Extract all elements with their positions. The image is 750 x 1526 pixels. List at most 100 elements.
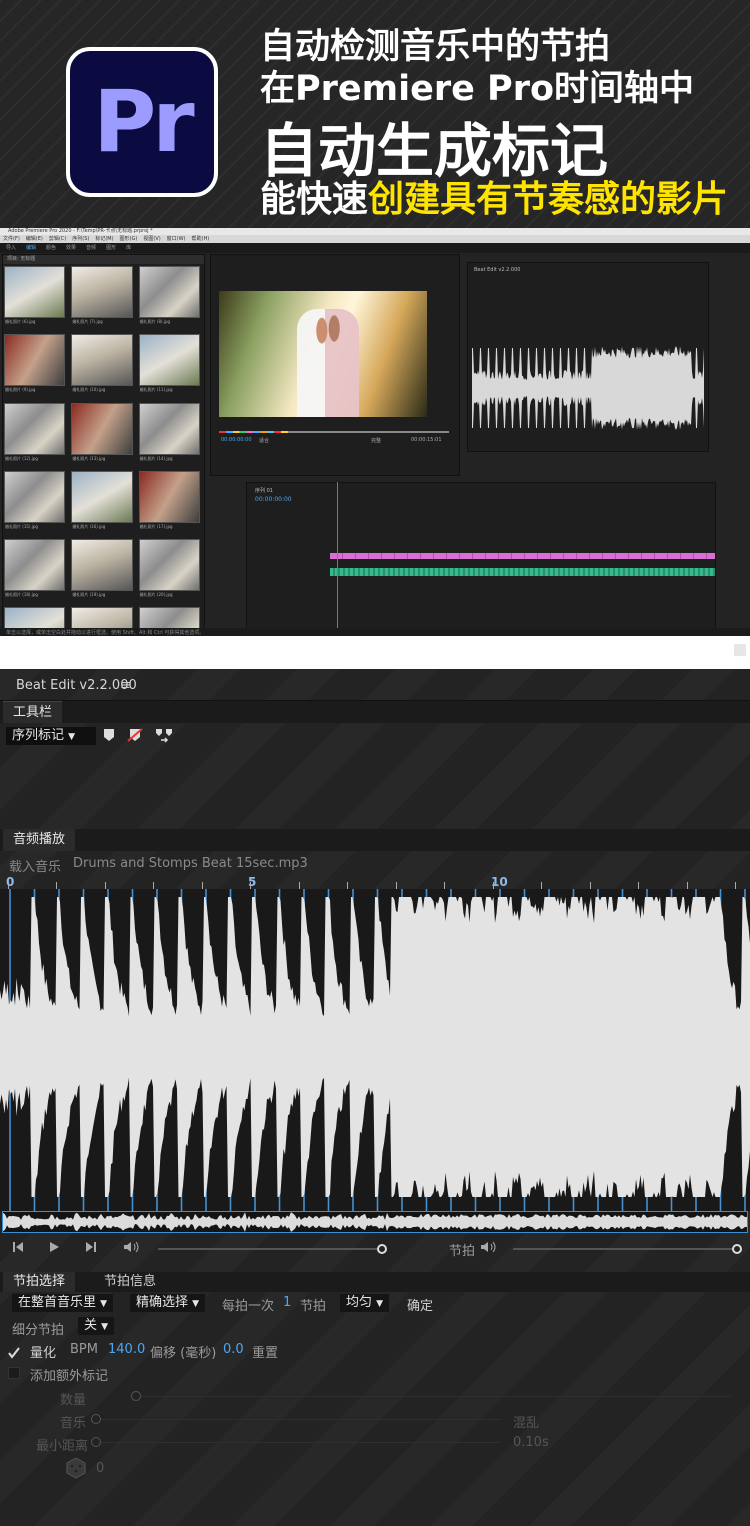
tab-audio-playback[interactable]: 音频播放 <box>3 829 76 851</box>
project-thumbnail[interactable]: 婚礼照片 (17).jpg <box>138 470 200 529</box>
skip-forward-icon[interactable] <box>85 1241 97 1256</box>
count-slider-track[interactable] <box>141 1396 731 1397</box>
project-thumbnail[interactable]: 婚礼照片 (14).jpg <box>138 402 200 461</box>
scope-select[interactable]: 在整首音乐里 ▼ <box>12 1294 114 1312</box>
video-track-clips[interactable] <box>330 553 715 559</box>
reset-button[interactable]: 重置 <box>252 1342 278 1361</box>
beat-volume-slider-knob[interactable] <box>732 1244 742 1254</box>
workspace-tab-6[interactable]: 库 <box>126 245 131 251</box>
premiere-pro-logo: Pr <box>66 47 218 197</box>
mode-value: 精确选择 <box>136 1295 189 1310</box>
marker-move-icon[interactable] <box>155 728 173 748</box>
sequence-tab[interactable]: 序列 01 <box>255 487 273 494</box>
tab-beat-info[interactable]: 节拍信息 <box>96 1272 164 1292</box>
audio-track-clip[interactable] <box>330 568 715 576</box>
thumbnail-label: 婚礼照片 (16).jpg <box>72 523 106 529</box>
overview-waveform-shape <box>3 1212 747 1232</box>
thumbnail-label: 婚礼照片 (11).jpg <box>139 387 173 393</box>
extra-markers-checkbox[interactable] <box>8 1367 20 1379</box>
volume-slider-knob[interactable] <box>377 1244 387 1254</box>
wedding-video-frame <box>219 291 427 417</box>
volume-icon[interactable] <box>123 1241 141 1256</box>
project-thumbnail[interactable]: 婚礼照片 (11).jpg <box>138 334 200 392</box>
project-thumbnail[interactable]: 婚礼照片 (20).jpg <box>138 539 200 597</box>
count-slider-knob[interactable] <box>131 1391 141 1401</box>
menu-item-3[interactable]: 序列(S) <box>72 236 89 242</box>
menu-item-2[interactable]: 剪辑(C) <box>49 236 66 242</box>
project-thumbnail[interactable]: 婚礼照片 (19).jpg <box>71 539 133 597</box>
music-chaos-slider-track[interactable] <box>101 1419 501 1420</box>
every-value[interactable]: 1 <box>283 1295 291 1310</box>
workspace-tab-2[interactable]: 颜色 <box>46 245 56 251</box>
workspace-tab-4[interactable]: 音频 <box>86 245 96 251</box>
volume-slider-track[interactable] <box>158 1248 383 1250</box>
thumbnail-label: 婚礼照片 (15).jpg <box>5 523 38 529</box>
ruler-tick <box>299 882 300 889</box>
play-icon[interactable] <box>48 1241 60 1256</box>
ruler-tick <box>590 882 591 889</box>
distribution-select[interactable]: 均匀 ▼ <box>340 1294 390 1312</box>
menu-item-8[interactable]: 帮助(H) <box>192 236 210 242</box>
waveform-overview[interactable] <box>2 1211 748 1233</box>
subdivide-label: 细分节拍 <box>12 1323 65 1338</box>
tab-toolbar[interactable]: 工具栏 <box>3 701 63 723</box>
beat-volume-slider-track[interactable] <box>513 1248 738 1250</box>
offset-value[interactable]: 0.0 <box>223 1342 244 1357</box>
music-chaos-slider-knob[interactable] <box>91 1414 101 1424</box>
ruler-tick <box>153 882 154 889</box>
ruler-label: 5 <box>248 875 257 889</box>
ruler-tick <box>638 882 639 889</box>
marker-delete-icon[interactable] <box>127 728 143 746</box>
thumbnail-label: 婚礼照片 (8).jpg <box>139 319 171 324</box>
project-thumbnail[interactable]: 婚礼照片 (16).jpg <box>71 470 133 529</box>
menu-item-5[interactable]: 图形(G) <box>120 236 138 242</box>
confirm-button[interactable]: 确定 <box>407 1295 433 1314</box>
quantize-checkbox[interactable] <box>8 1344 20 1359</box>
project-thumbnail[interactable]: 婚礼照片 (12).jpg <box>4 402 66 461</box>
project-thumbnail[interactable]: 婚礼照片 (15).jpg <box>4 470 66 529</box>
beat-edit-title: Beat Edit v2.2.000 <box>16 678 137 693</box>
project-thumbnail[interactable]: 婚礼照片 (8).jpg <box>138 266 200 324</box>
project-thumbnail[interactable]: 婚礼照片 (7).jpg <box>71 266 133 324</box>
hamburger-icon[interactable]: ≡ <box>120 678 131 693</box>
monitor-quality[interactable]: 完整 <box>371 437 381 444</box>
waveform-shape <box>0 897 750 1197</box>
menu-item-7[interactable]: 窗口(W) <box>167 236 186 242</box>
audio-waveform[interactable] <box>0 889 750 1211</box>
workspace-tab-0[interactable]: 导入 <box>6 245 16 251</box>
thumbnail-label: 婚礼照片 (9).jpg <box>5 387 36 393</box>
premiere-menu-bar: 文件(F) 编辑(E) 剪辑(C) 序列(S) 标记(M) 图形(G) 视图(V) 窗口(W)… <box>0 235 750 243</box>
mode-select[interactable]: 精确选择 ▼ <box>130 1294 206 1312</box>
menu-item-0[interactable]: 文件(F) <box>3 236 20 242</box>
min-distance-slider-track[interactable] <box>101 1442 501 1443</box>
beat-volume-icon[interactable] <box>480 1241 498 1256</box>
marker-type-select[interactable]: 序列标记 ▼ <box>6 727 96 745</box>
skip-back-icon[interactable] <box>12 1241 24 1256</box>
menu-item-1[interactable]: 编辑(E) <box>26 236 43 242</box>
project-panel-tab[interactable]: 项目: 无标题 <box>3 255 204 264</box>
time-ruler: 0 5 10 <box>0 873 750 889</box>
subdivide-select[interactable]: 关 ▼ <box>78 1317 115 1335</box>
screenshot-root: Pr 自动检测音乐中的节拍 在Premiere Pro时间轴中 自动生成标记 能… <box>0 0 750 1526</box>
every-label: 每拍一次 <box>222 1299 275 1314</box>
project-thumbnail[interactable]: 婚礼照片 (18).jpg <box>4 539 66 597</box>
project-thumbnail[interactable]: 婚礼照片 (9).jpg <box>4 334 66 392</box>
workspace-tab-1[interactable]: 编辑 <box>26 245 36 251</box>
bpm-value[interactable]: 140.0 <box>108 1342 145 1357</box>
min-distance-slider-knob[interactable] <box>91 1437 101 1447</box>
workspace-tab-3[interactable]: 效果 <box>66 245 76 251</box>
workspace-tab-5[interactable]: 图形 <box>106 245 116 251</box>
tab-beat-select[interactable]: 节拍选择 <box>3 1272 76 1292</box>
dice-icon[interactable] <box>65 1457 87 1483</box>
ruler-tick <box>735 882 736 889</box>
marker-add-icon[interactable] <box>102 728 116 746</box>
project-thumbnail[interactable]: 婚礼照片 (13).jpg <box>71 402 133 461</box>
project-thumbnail[interactable]: 婚礼照片 (10).jpg <box>71 334 133 392</box>
monitor-zoom[interactable]: 适合 <box>259 437 269 444</box>
menu-item-4[interactable]: 标记(M) <box>95 236 113 242</box>
thumbnail-label: 婚礼照片 (19).jpg <box>72 592 106 597</box>
project-thumbnail[interactable]: 婚礼照片 (6).jpg <box>4 266 66 324</box>
close-box-icon[interactable] <box>734 644 746 656</box>
timeline-playhead[interactable] <box>337 482 338 638</box>
menu-item-6[interactable]: 视图(V) <box>143 236 160 242</box>
